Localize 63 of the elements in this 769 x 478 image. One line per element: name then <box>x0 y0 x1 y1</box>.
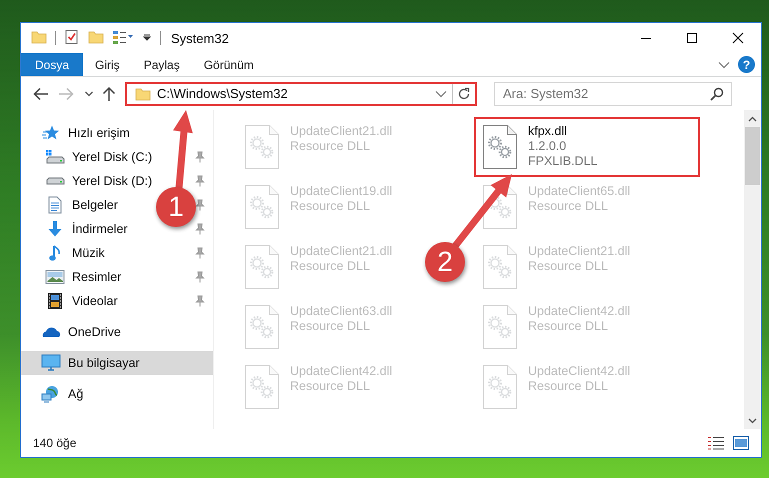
file-detail: Resource DLL <box>528 199 609 214</box>
file-name: UpdateClient19.dll <box>290 184 392 199</box>
file-name: UpdateClient42.dll <box>290 364 392 379</box>
file-name: UpdateClient21.dll <box>528 244 630 259</box>
file-detail: Resource DLL <box>290 199 371 214</box>
file-detail: Resource DLL <box>290 319 371 334</box>
dll-file-icon <box>244 364 280 410</box>
file-name: UpdateClient42.dll <box>528 364 630 379</box>
sidebar-item[interactable]: Resimler <box>72 270 122 284</box>
sidebar-item[interactable]: Hızlı erişim <box>68 126 130 140</box>
scroll-thumb[interactable] <box>745 127 760 185</box>
ribbon-tab[interactable]: Giriş <box>83 53 132 76</box>
file-detail: Resource DLL <box>290 259 371 274</box>
file-name: UpdateClient63.dll <box>290 304 392 319</box>
sidebar-item[interactable]: Bu bilgisayar <box>21 351 213 375</box>
sidebar-item[interactable]: Ağ <box>68 387 84 401</box>
sidebar-item[interactable]: Belgeler <box>72 198 118 212</box>
file-detail: FPXLIB.DLL <box>528 154 598 169</box>
details-view-icon[interactable] <box>707 436 725 450</box>
dll-file-icon <box>244 304 280 350</box>
search-field[interactable]: Ara: System32 <box>494 82 732 106</box>
file-name: UpdateClient21.dll <box>290 124 392 139</box>
sidebar-item[interactable]: OneDrive <box>68 325 121 339</box>
ribbon-tab[interactable]: Paylaş <box>132 53 192 76</box>
file-detail: Resource DLL <box>528 379 609 394</box>
tiles-view-icon[interactable] <box>733 436 749 450</box>
dll-file-icon <box>244 184 280 230</box>
file-item[interactable]: kfpx.dll 1.2.0.0 FPXLIB.DLL <box>474 117 700 177</box>
sidebar-item[interactable]: Yerel Disk (C:) <box>72 150 152 164</box>
address-bar[interactable]: C:\Windows\System32 <box>125 82 477 106</box>
file-name: UpdateClient21.dll <box>290 244 392 259</box>
dll-file-icon <box>244 244 280 290</box>
item-count: 140 öğe <box>33 436 78 450</box>
file-name: kfpx.dll <box>528 124 568 139</box>
pictures-icon <box>45 268 65 286</box>
sidebar-item[interactable]: Videolar <box>72 294 118 308</box>
system-drive-icon <box>45 148 65 166</box>
file-name: UpdateClient42.dll <box>528 304 630 319</box>
sidebar-item[interactable]: Müzik <box>72 246 105 260</box>
file-detail: Resource DLL <box>528 259 609 274</box>
file-detail: Resource DLL <box>528 319 609 334</box>
dll-file-icon <box>482 244 518 290</box>
file-detail: Resource DLL <box>290 139 371 154</box>
network-icon <box>41 385 61 403</box>
computer-icon <box>41 354 61 372</box>
dll-file-icon <box>482 184 518 230</box>
sidebar-item[interactable]: Yerel Disk (D:) <box>72 174 152 188</box>
window-title: System32 <box>171 30 230 46</box>
dll-file-icon <box>244 124 280 170</box>
quick-access-icon <box>41 124 61 142</box>
dll-file-icon <box>482 124 518 170</box>
file-detail: Resource DLL <box>290 379 371 394</box>
sidebar-item[interactable]: İndirmeler <box>72 222 128 236</box>
file-detail: 1.2.0.0 <box>528 139 568 154</box>
help-button[interactable]: ? <box>738 56 755 73</box>
ribbon-tab[interactable]: Görünüm <box>192 53 266 76</box>
file-name: UpdateClient65.dll <box>528 184 630 199</box>
dll-file-icon <box>482 304 518 350</box>
scrollbar[interactable] <box>744 110 761 429</box>
file-menu-tab[interactable]: Dosya <box>21 53 84 76</box>
dll-file-icon <box>482 364 518 410</box>
videos-icon <box>45 292 65 310</box>
search-icon[interactable] <box>710 86 724 100</box>
